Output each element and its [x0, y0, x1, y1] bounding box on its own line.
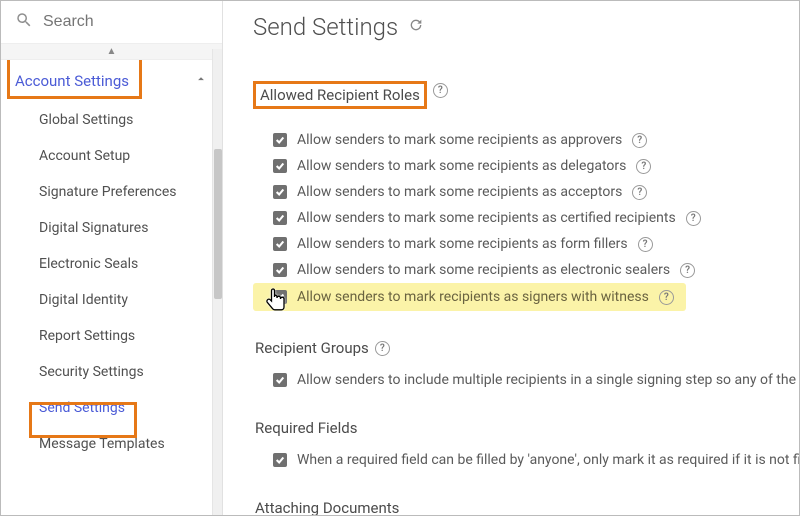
section-required-fields: Required Fields When a required field ca… [253, 393, 789, 473]
setting-certified-recipients: Allow senders to mark some recipients as… [253, 205, 789, 231]
help-icon[interactable]: ? [375, 341, 390, 356]
checkbox[interactable] [273, 159, 287, 173]
content: Send Settings Allowed Recipient Roles ? … [223, 1, 799, 515]
setting-label: Allow senders to mark recipients as sign… [297, 289, 649, 305]
section-recipient-groups: Recipient Groups ? Allow senders to incl… [253, 311, 789, 393]
setting-label: Allow senders to mark some recipients as… [297, 210, 676, 226]
help-icon[interactable]: ? [632, 133, 647, 148]
setting-electronic-sealers: Allow senders to mark some recipients as… [253, 257, 789, 283]
help-icon[interactable]: ? [686, 211, 701, 226]
setting-label: Allow senders to mark some recipients as… [297, 262, 670, 278]
nav-group-account-settings[interactable]: Account Settings [1, 60, 222, 102]
setting-required-fields: When a required field can be filled by '… [253, 447, 789, 473]
search-icon [15, 11, 33, 33]
nav-group-label: Account Settings [15, 72, 129, 90]
setting-label: When a required field can be filled by '… [297, 452, 799, 468]
section-heading-attaching-documents: Attaching Documents [255, 499, 399, 515]
section-attaching-documents: Attaching Documents [253, 473, 789, 515]
setting-label: Allow senders to mark some recipients as… [297, 184, 622, 200]
checkbox[interactable] [273, 453, 287, 467]
checkbox[interactable] [273, 373, 287, 387]
section-heading-allowed-roles: Allowed Recipient Roles [253, 81, 427, 109]
nav: Account Settings Global Settings Account… [1, 60, 222, 515]
setting-form-fillers: Allow senders to mark some recipients as… [253, 231, 789, 257]
checkbox[interactable] [273, 290, 287, 304]
setting-approvers: Allow senders to mark some recipients as… [253, 127, 789, 153]
sidebar-item-security-settings[interactable]: Security Settings [1, 354, 222, 390]
section-heading-recipient-groups: Recipient Groups [255, 339, 369, 357]
setting-signers-with-witness: Allow senders to mark recipients as sign… [253, 283, 686, 311]
sidebar-item-report-settings[interactable]: Report Settings [1, 318, 222, 354]
sidebar-item-account-setup[interactable]: Account Setup [1, 138, 222, 174]
help-icon[interactable]: ? [680, 263, 695, 278]
help-icon[interactable]: ? [632, 185, 647, 200]
refresh-icon[interactable] [408, 17, 424, 37]
scrollbar[interactable] [212, 49, 222, 515]
help-icon[interactable]: ? [636, 159, 651, 174]
checkbox[interactable] [273, 211, 287, 225]
search-row [1, 1, 222, 44]
setting-label: Allow senders to include multiple recipi… [297, 372, 799, 388]
help-icon[interactable]: ? [433, 83, 448, 98]
checkbox[interactable] [273, 133, 287, 147]
section-allowed-recipient-roles: Allowed Recipient Roles ? Allow senders … [253, 63, 789, 311]
setting-label: Allow senders to mark some recipients as… [297, 132, 622, 148]
scrollbar-thumb[interactable] [214, 149, 222, 299]
help-icon[interactable]: ? [638, 237, 653, 252]
sidebar-item-digital-signatures[interactable]: Digital Signatures [1, 210, 222, 246]
sidebar-item-electronic-seals[interactable]: Electronic Seals [1, 246, 222, 282]
sidebar-item-digital-identity[interactable]: Digital Identity [1, 282, 222, 318]
sidebar-item-send-settings[interactable]: Send Settings [1, 390, 222, 426]
setting-label: Allow senders to mark some recipients as… [297, 158, 626, 174]
checkbox[interactable] [273, 263, 287, 277]
sidebar-item-signature-preferences[interactable]: Signature Preferences [1, 174, 222, 210]
section-heading-required-fields: Required Fields [255, 419, 357, 437]
page-title-row: Send Settings [253, 13, 789, 41]
scroll-up-button[interactable]: ▲ [1, 44, 222, 60]
chevron-up-icon [194, 72, 208, 90]
sidebar-item-global-settings[interactable]: Global Settings [1, 102, 222, 138]
setting-delegators: Allow senders to mark some recipients as… [253, 153, 789, 179]
checkbox[interactable] [273, 237, 287, 251]
setting-label: Allow senders to mark some recipients as… [297, 236, 628, 252]
sidebar-item-message-templates[interactable]: Message Templates [1, 426, 222, 462]
search-input[interactable] [41, 12, 208, 32]
help-icon[interactable]: ? [659, 290, 674, 305]
page-title: Send Settings [253, 13, 398, 41]
setting-recipient-groups: Allow senders to include multiple recipi… [253, 367, 789, 393]
setting-acceptors: Allow senders to mark some recipients as… [253, 179, 789, 205]
checkbox[interactable] [273, 185, 287, 199]
sidebar: ▲ Account Settings Global Settings Accou… [1, 1, 223, 515]
